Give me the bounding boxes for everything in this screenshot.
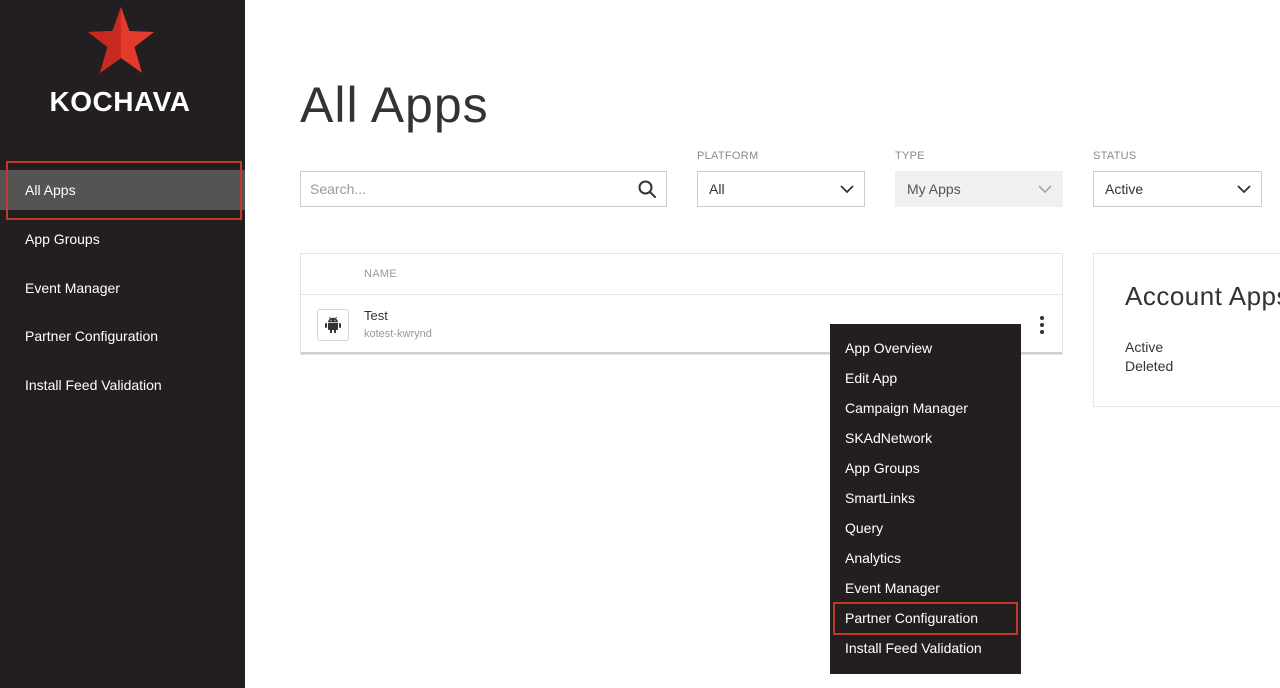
type-select[interactable]: My Apps (895, 171, 1063, 207)
sidebar-item-install-feed-validation[interactable]: Install Feed Validation (0, 365, 245, 405)
menu-item-event-manager[interactable]: Event Manager (845, 580, 940, 600)
chevron-down-icon (1038, 185, 1052, 194)
sidebar-item-event-manager[interactable]: Event Manager (0, 268, 245, 308)
status-filter-label: STATUS (1093, 150, 1137, 162)
sidebar-item-partner-configuration[interactable]: Partner Configuration (0, 316, 245, 356)
account-stat-active: Active (1125, 339, 1164, 355)
app-root: KOCHAVA All Apps App Groups Event Manage… (0, 0, 1280, 688)
account-stat-deleted: Deleted (1125, 358, 1174, 374)
android-icon (317, 309, 349, 341)
menu-item-partner-configuration[interactable]: Partner Configuration (845, 610, 978, 630)
platform-select[interactable]: All (697, 171, 865, 207)
app-guid: kotest-kwrynd (364, 328, 432, 340)
menu-item-campaign-manager[interactable]: Campaign Manager (845, 400, 968, 420)
logo-text: KOCHAVA (49, 86, 191, 117)
account-apps-card: Account Apps Active Deleted (1093, 253, 1280, 407)
table-header: NAME (301, 254, 1062, 295)
search-icon[interactable] (638, 180, 656, 198)
sidebar-item-label: Install Feed Validation (25, 377, 162, 393)
search-input[interactable] (301, 172, 621, 206)
menu-item-app-overview[interactable]: App Overview (845, 340, 932, 360)
chevron-down-icon (1237, 185, 1251, 194)
sidebar-item-label: Partner Configuration (25, 328, 159, 344)
chevron-down-icon (840, 185, 854, 194)
menu-item-skadnetwork[interactable]: SKAdNetwork (845, 430, 932, 450)
status-select-value: Active (1105, 181, 1144, 197)
app-context-menu: App Overview Edit App Campaign Manager S… (830, 324, 1021, 674)
app-name[interactable]: Test (364, 308, 388, 323)
sidebar-item-all-apps[interactable]: All Apps (0, 170, 245, 210)
platform-select-value: All (709, 181, 725, 197)
platform-filter-label: PLATFORM (697, 150, 759, 162)
menu-item-app-groups[interactable]: App Groups (845, 460, 920, 480)
search-box[interactable] (300, 171, 667, 207)
sidebar-item-label: App Groups (25, 231, 100, 247)
menu-item-smartlinks[interactable]: SmartLinks (845, 490, 915, 510)
sidebar: KOCHAVA All Apps App Groups Event Manage… (0, 0, 245, 688)
page-title: All Apps (300, 77, 489, 133)
column-header-name[interactable]: NAME (364, 268, 397, 280)
menu-item-install-feed-validation[interactable]: Install Feed Validation (845, 640, 982, 660)
sidebar-item-app-groups[interactable]: App Groups (0, 219, 245, 259)
menu-item-query[interactable]: Query (845, 520, 883, 540)
sidebar-item-label: Event Manager (25, 280, 120, 296)
type-select-value: My Apps (907, 181, 961, 197)
account-card-title: Account Apps (1125, 281, 1280, 311)
type-filter-label: TYPE (895, 150, 925, 162)
menu-item-analytics[interactable]: Analytics (845, 550, 901, 570)
status-select[interactable]: Active (1093, 171, 1262, 207)
kochava-star-logo-icon (88, 7, 154, 73)
menu-item-edit-app[interactable]: Edit App (845, 370, 897, 390)
sidebar-item-label: All Apps (25, 182, 76, 198)
more-options-icon[interactable] (1039, 315, 1045, 335)
